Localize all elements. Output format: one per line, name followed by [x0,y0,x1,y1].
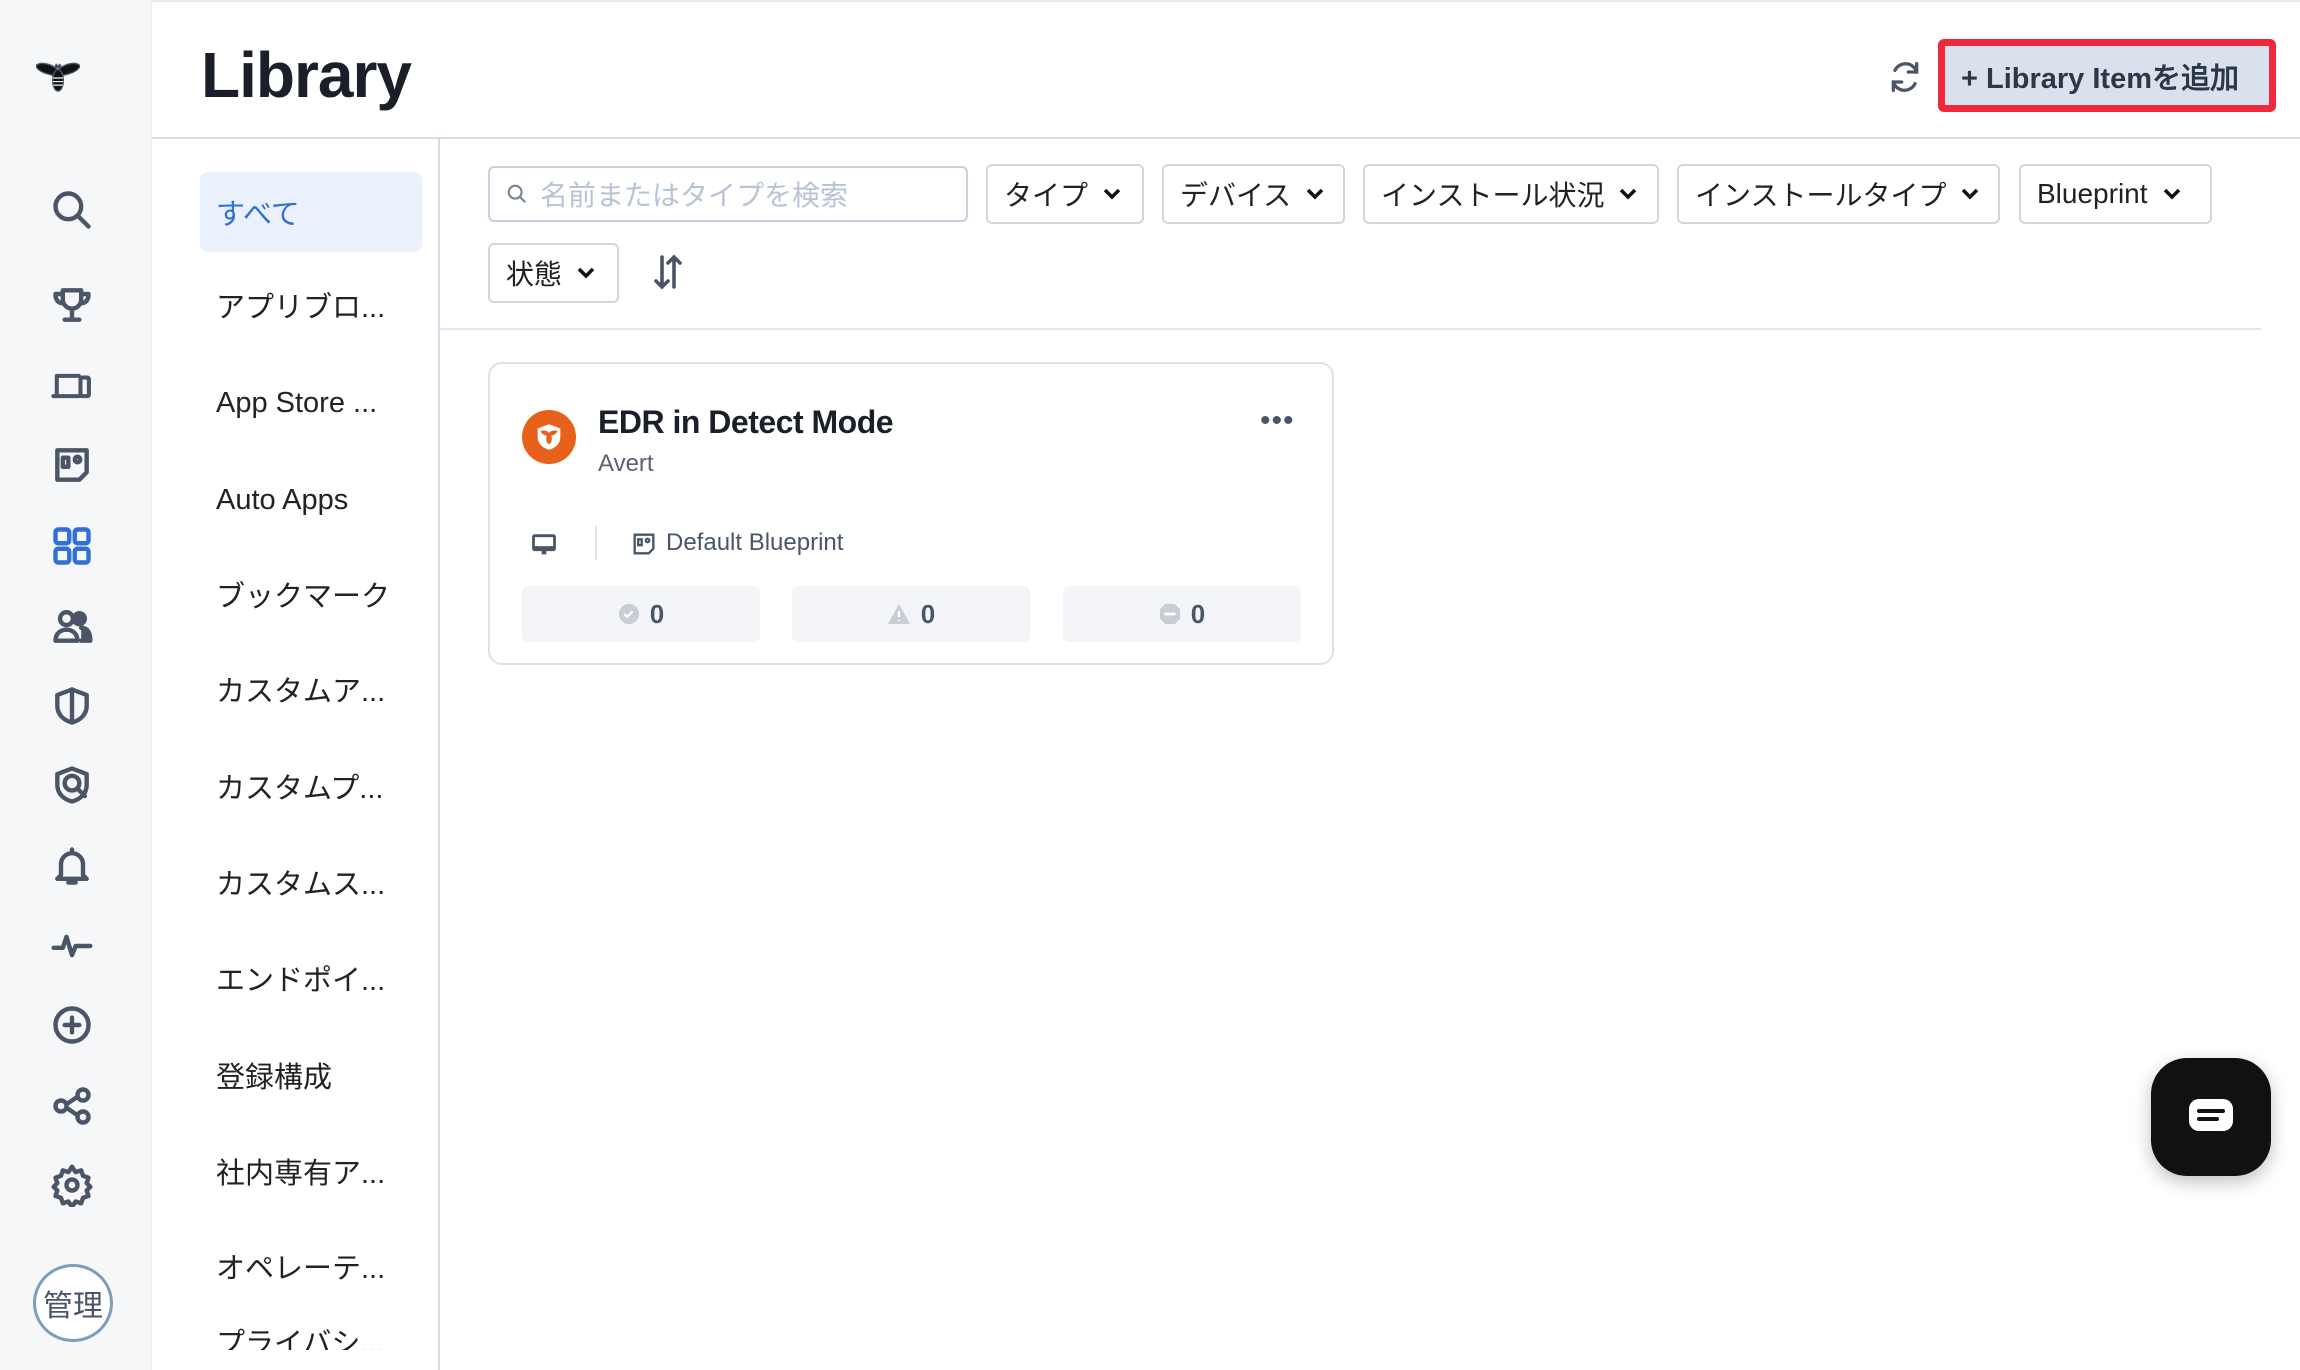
success-count-value: 0 [649,598,665,629]
avert-icon [522,410,576,464]
nav-item[interactable]: ブックマーク [200,554,422,634]
status-filter-label: 状態 [506,259,563,290]
refresh-icon[interactable] [1885,57,1925,97]
nav-item[interactable]: 社内専有ア... [200,1131,422,1211]
threat-shield-icon[interactable] [46,759,98,811]
search-icon[interactable] [46,184,98,236]
search-input[interactable]: 名前またはタイプを検索 [488,166,968,222]
devices-icon[interactable] [46,360,98,412]
bell-icon[interactable] [46,840,98,892]
sort-icon[interactable] [650,252,686,292]
chevron-down-icon [1103,188,1121,200]
activity-icon[interactable] [46,920,98,972]
search-placeholder: 名前またはタイプを検索 [540,180,849,211]
card-subtitle: Avert [598,450,654,477]
nav-item[interactable]: プライバシ... [200,1310,422,1350]
library-grid-icon[interactable] [46,520,98,572]
filter-divider [440,328,2261,330]
type-filter[interactable]: タイプ [986,164,1144,224]
blocked-icon [1159,603,1180,625]
install-type-filter[interactable]: インストールタイプ [1677,164,2000,224]
card-divider [595,526,597,560]
search-icon [507,184,527,204]
card-title[interactable]: EDR in Detect Mode [598,404,894,441]
blueprint-icon[interactable] [46,439,98,491]
add-library-item-button[interactable]: + Library Itemを追加 [1938,39,2276,112]
device-filter[interactable]: デバイス [1162,164,1345,224]
library-item-card[interactable]: EDR in Detect Mode Avert ••• Default Blu… [488,362,1334,665]
nav-item[interactable]: Auto Apps [200,460,422,540]
check-circle-icon [618,603,639,625]
chevron-down-icon [2163,188,2180,200]
more-options-icon[interactable]: ••• [1260,406,1295,436]
users-icon[interactable] [46,600,98,652]
left-rail: 管理 [0,0,152,1370]
page-header: Library + Library Itemを追加 [152,0,2300,139]
kandji-bee-logo[interactable] [35,56,110,112]
warning-count[interactable]: 0 [792,586,1030,642]
nav-item[interactable]: エンドポイ... [200,938,422,1018]
success-count[interactable]: 0 [522,586,760,642]
library-category-nav: すべて アプリブロ... App Store ... Auto Apps ブック… [152,139,440,1370]
chevron-down-icon [1620,188,1637,200]
status-filter[interactable]: 状態 [488,243,619,303]
blueprint-filter-label: Blueprint [2037,178,2148,209]
blocked-count-value: 0 [1190,598,1206,629]
install-status-filter-label: インストール状況 [1381,180,1605,211]
nav-item[interactable]: アプリブロ... [200,265,422,345]
device-filter-label: デバイス [1180,180,1292,211]
type-filter-label: タイプ [1004,180,1089,211]
chevron-down-icon [1962,188,1979,200]
add-circle-icon[interactable] [46,999,98,1051]
desktop-icon [530,531,558,564]
install-status-filter[interactable]: インストール状況 [1363,164,1659,224]
chevron-down-icon [577,267,595,279]
blocked-count[interactable]: 0 [1063,586,1301,642]
warning-icon [887,604,910,624]
trophy-icon[interactable] [46,279,98,331]
admin-badge[interactable]: 管理 [33,1264,113,1342]
chat-launcher-button[interactable] [2151,1058,2271,1176]
nav-item[interactable]: カスタムア... [200,649,422,729]
nav-item[interactable]: オペレーテ... [200,1226,422,1306]
gear-icon[interactable] [46,1159,98,1211]
nav-item[interactable]: 登録構成 [200,1035,422,1115]
nav-item[interactable]: App Store ... [200,363,422,443]
blueprint-icon [630,530,658,563]
chevron-down-icon [1306,188,1324,200]
nav-item-all[interactable]: すべて [200,172,422,252]
nav-item[interactable]: カスタムス... [200,842,422,922]
chat-icon [2189,1099,2233,1131]
blueprint-label[interactable]: Default Blueprint [666,529,843,557]
add-library-item-label: + Library Itemを追加 [1961,62,2239,95]
blueprint-filter[interactable]: Blueprint [2019,164,2212,224]
integrations-icon[interactable] [46,1080,98,1132]
shield-icon[interactable] [46,680,98,732]
page-title: Library [201,39,412,111]
nav-item[interactable]: カスタムプ... [200,746,422,826]
warning-count-value: 0 [920,598,936,629]
install-type-filter-label: インストールタイプ [1695,180,1947,211]
